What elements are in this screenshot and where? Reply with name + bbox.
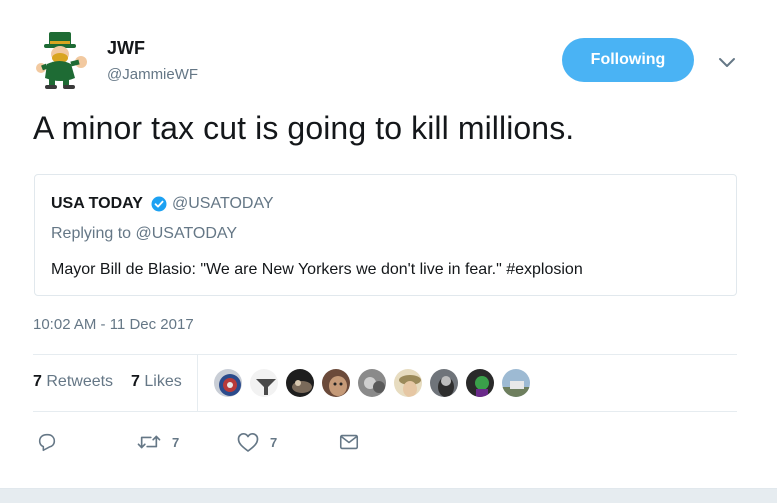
retweets-count: 7 [33, 373, 42, 390]
tweet-text: A minor tax cut is going to kill million… [33, 110, 575, 146]
likes-count: 7 [131, 373, 140, 390]
heart-icon [237, 432, 259, 452]
liker-avatar[interactable] [212, 367, 244, 399]
liker-avatar[interactable] [320, 367, 352, 399]
quoted-tweet-text: Mayor Bill de Blasio: "We are New Yorker… [51, 261, 583, 278]
liker-avatar[interactable] [500, 367, 532, 399]
retweets-label: Retweets [46, 373, 114, 390]
divider [33, 354, 737, 355]
likes-stat[interactable]: 7 Likes [131, 373, 182, 391]
leprechaun-avatar-icon [33, 30, 93, 90]
likes-label: Likes [144, 373, 182, 390]
retweet-icon [137, 435, 161, 449]
tweet-card: JWF @JammieWF Following A minor tax cut … [0, 0, 777, 488]
reply-icon [38, 433, 56, 452]
like-count: 7 [270, 434, 278, 450]
quoted-tweet[interactable]: USA TODAY @USATODAY Replying to @USATODA… [34, 174, 737, 296]
verified-icon [151, 196, 167, 212]
author-name[interactable]: JWF [107, 38, 145, 59]
message-icon [339, 434, 359, 450]
quoted-author-handle: @USATODAY [172, 195, 274, 212]
reply-button[interactable] [36, 430, 68, 454]
liker-avatar[interactable] [428, 367, 460, 399]
quoted-replying-to: Replying to @USATODAY [51, 225, 238, 242]
author-handle[interactable]: @JammieWF [107, 66, 198, 83]
liker-avatar[interactable] [356, 367, 388, 399]
liker-avatar[interactable] [464, 367, 496, 399]
stats-divider [197, 355, 198, 411]
retweet-button[interactable]: 7 [136, 430, 179, 454]
page-background-strip [0, 488, 777, 503]
liker-avatar[interactable] [248, 367, 280, 399]
divider [33, 411, 737, 412]
retweets-stat[interactable]: 7 Retweets [33, 373, 113, 391]
following-button[interactable]: Following [562, 38, 694, 82]
caret-down-icon[interactable] [714, 50, 740, 74]
liker-avatar[interactable] [284, 367, 316, 399]
retweet-count: 7 [172, 434, 180, 450]
liker-avatar[interactable] [392, 367, 424, 399]
author-avatar[interactable] [33, 30, 93, 90]
quoted-author-name: USA TODAY [51, 195, 143, 212]
tweet-timestamp[interactable]: 10:02 AM - 11 Dec 2017 [33, 316, 194, 333]
direct-message-button[interactable] [338, 430, 360, 454]
like-button[interactable]: 7 [236, 430, 277, 454]
